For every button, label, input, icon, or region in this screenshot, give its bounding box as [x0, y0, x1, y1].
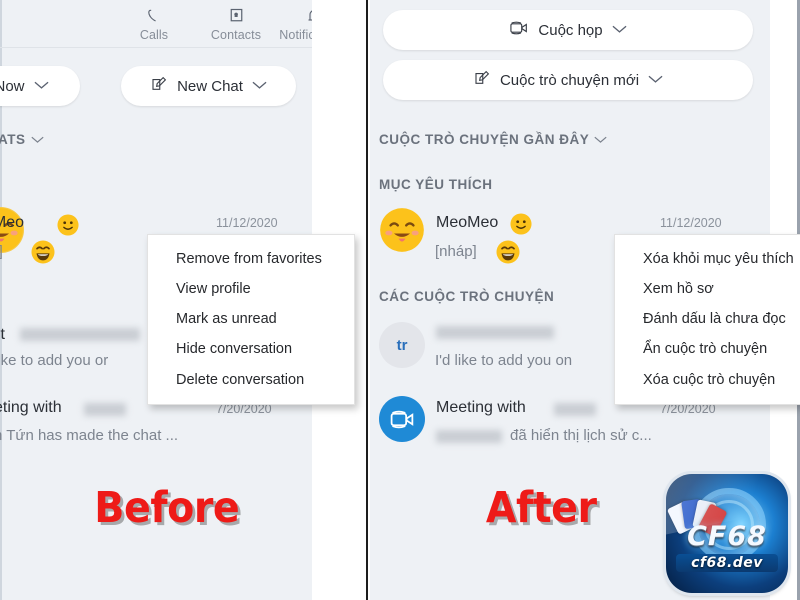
chat-row-name: oMeo [0, 214, 25, 231]
meeting-label: Cuộc họp [538, 21, 603, 39]
nav-item-notifications[interactable]: Notifications [279, 0, 312, 47]
new-chat-button[interactable]: Cuộc trò chuyện mới [383, 60, 753, 100]
tongue-out-emoji-avatar [379, 207, 425, 253]
slight-smile-emoji [57, 214, 79, 241]
chevron-down-icon [594, 132, 607, 147]
conversations-header: CÁC CUỘC TRÒ CHUYỆN [379, 289, 554, 304]
top-navigation-bar: Calls Contacts Notific [0, 0, 312, 48]
menu-item-view-profile[interactable]: Xem hồ sơ [615, 274, 800, 304]
new-chat-label: New Chat [177, 77, 243, 95]
contacts-icon [227, 8, 246, 26]
menu-item-remove-from-favorites[interactable]: Xóa khỏi mục yêu thích [615, 244, 800, 274]
menu-item-hide-conversation[interactable]: Ẩn cuộc trò chuyện [615, 334, 800, 364]
blurred-name-redaction [20, 328, 140, 341]
nav-item-contacts[interactable]: Contacts [196, 0, 276, 47]
context-menu-before[interactable]: Remove from favorites View profile Mark … [147, 234, 355, 405]
context-menu-after[interactable]: Xóa khỏi mục yêu thích Xem hồ sơ Đánh dấ… [614, 234, 800, 405]
menu-item-remove-from-favorites[interactable]: Remove from favorites [148, 244, 354, 274]
avatar-initials: tr [396, 336, 408, 354]
chat-row-subtitle: I'd like to add you on [435, 352, 573, 369]
menu-item-delete-conversation[interactable]: Xóa cuộc trò chuyện [615, 365, 800, 395]
new-chat-label: Cuộc trò chuyện mới [499, 71, 640, 89]
compose-icon [150, 75, 168, 98]
initials-avatar: tr [379, 322, 425, 368]
chevron-down-icon [612, 21, 627, 39]
logo-brand-text: CF68 [687, 521, 767, 552]
nav-label-notifications: Notifications [279, 28, 312, 42]
nav-label-contacts: Contacts [210, 28, 262, 42]
blurred-name-redaction [554, 403, 596, 416]
cf68-logo-watermark: CF68 cf68.dev [666, 474, 788, 593]
meet-now-button[interactable]: eet Now [0, 66, 80, 106]
chat-row-name: Meeting with [436, 399, 526, 416]
chevron-down-icon [30, 132, 44, 147]
meeting-button[interactable]: Cuộc họp [383, 10, 753, 50]
chat-row-name: MeoMeo [436, 214, 499, 231]
chat-row-date: 11/12/2020 [660, 216, 722, 230]
menu-item-hide-conversation[interactable]: Hide conversation [148, 334, 354, 364]
menu-item-view-profile[interactable]: View profile [148, 274, 354, 304]
recent-conversations-header[interactable]: CUỘC TRÒ CHUYỆN GẦN ĐÂY [379, 132, 607, 147]
new-chat-button[interactable]: New Chat [121, 66, 296, 106]
chats-section-header[interactable]: ATS [0, 132, 44, 147]
chat-row-date: 11/12/2020 [216, 216, 278, 230]
grinning-emoji [31, 240, 55, 269]
chat-row-subtitle: aft] [0, 243, 3, 260]
slight-smile-emoji [510, 213, 532, 240]
nav-item-calls[interactable]: Calls [114, 0, 194, 47]
panel-divider [366, 0, 368, 600]
screenshot-stage: Calls Contacts Notific ow New Chat ATS e… [0, 0, 800, 600]
nav-label-calls: Calls [139, 28, 169, 42]
after-label: After [485, 483, 597, 533]
menu-item-mark-as-unread[interactable]: Đánh dấu là chưa đọc [615, 304, 800, 334]
chat-row-name: eting with [0, 399, 62, 416]
phone-icon [145, 8, 164, 26]
chat-row-subtitle: đã hiển thị lịch sử c... [510, 427, 652, 444]
chats-section-label: ATS [0, 132, 26, 147]
chat-row-subtitle: [nháp] [435, 243, 477, 260]
favorites-header: MỤC YÊU THÍCH [379, 177, 493, 192]
menu-item-delete-conversation[interactable]: Delete conversation [148, 365, 354, 395]
blurred-name-redaction [84, 403, 126, 416]
chat-row-subtitle: like to add you or [0, 352, 109, 369]
compose-icon [473, 69, 491, 92]
logo-domain-text: cf68.dev [676, 554, 778, 572]
grinning-emoji [496, 240, 520, 269]
favorites-label: MỤC YÊU THÍCH [379, 177, 493, 192]
blurred-name-redaction [436, 326, 554, 339]
chevron-down-icon [648, 71, 663, 89]
chevron-down-icon [252, 77, 267, 95]
chevron-down-icon [34, 77, 49, 95]
menu-item-mark-as-unread[interactable]: Mark as unread [148, 304, 354, 334]
meeting-video-avatar [379, 396, 425, 442]
meet-now-label: eet Now [0, 77, 25, 95]
recent-conversations-label: CUỘC TRÒ CHUYỆN GẦN ĐÂY [379, 132, 590, 147]
blurred-name-redaction [436, 430, 502, 443]
video-camera-icon [509, 20, 529, 41]
chat-row-name: :t [0, 326, 5, 343]
before-label: Before [94, 483, 240, 533]
bell-icon [305, 8, 312, 26]
conversations-label: CÁC CUỘC TRÒ CHUYỆN [379, 289, 555, 304]
chat-row-subtitle: n Tứn has made the chat ... [0, 427, 179, 444]
